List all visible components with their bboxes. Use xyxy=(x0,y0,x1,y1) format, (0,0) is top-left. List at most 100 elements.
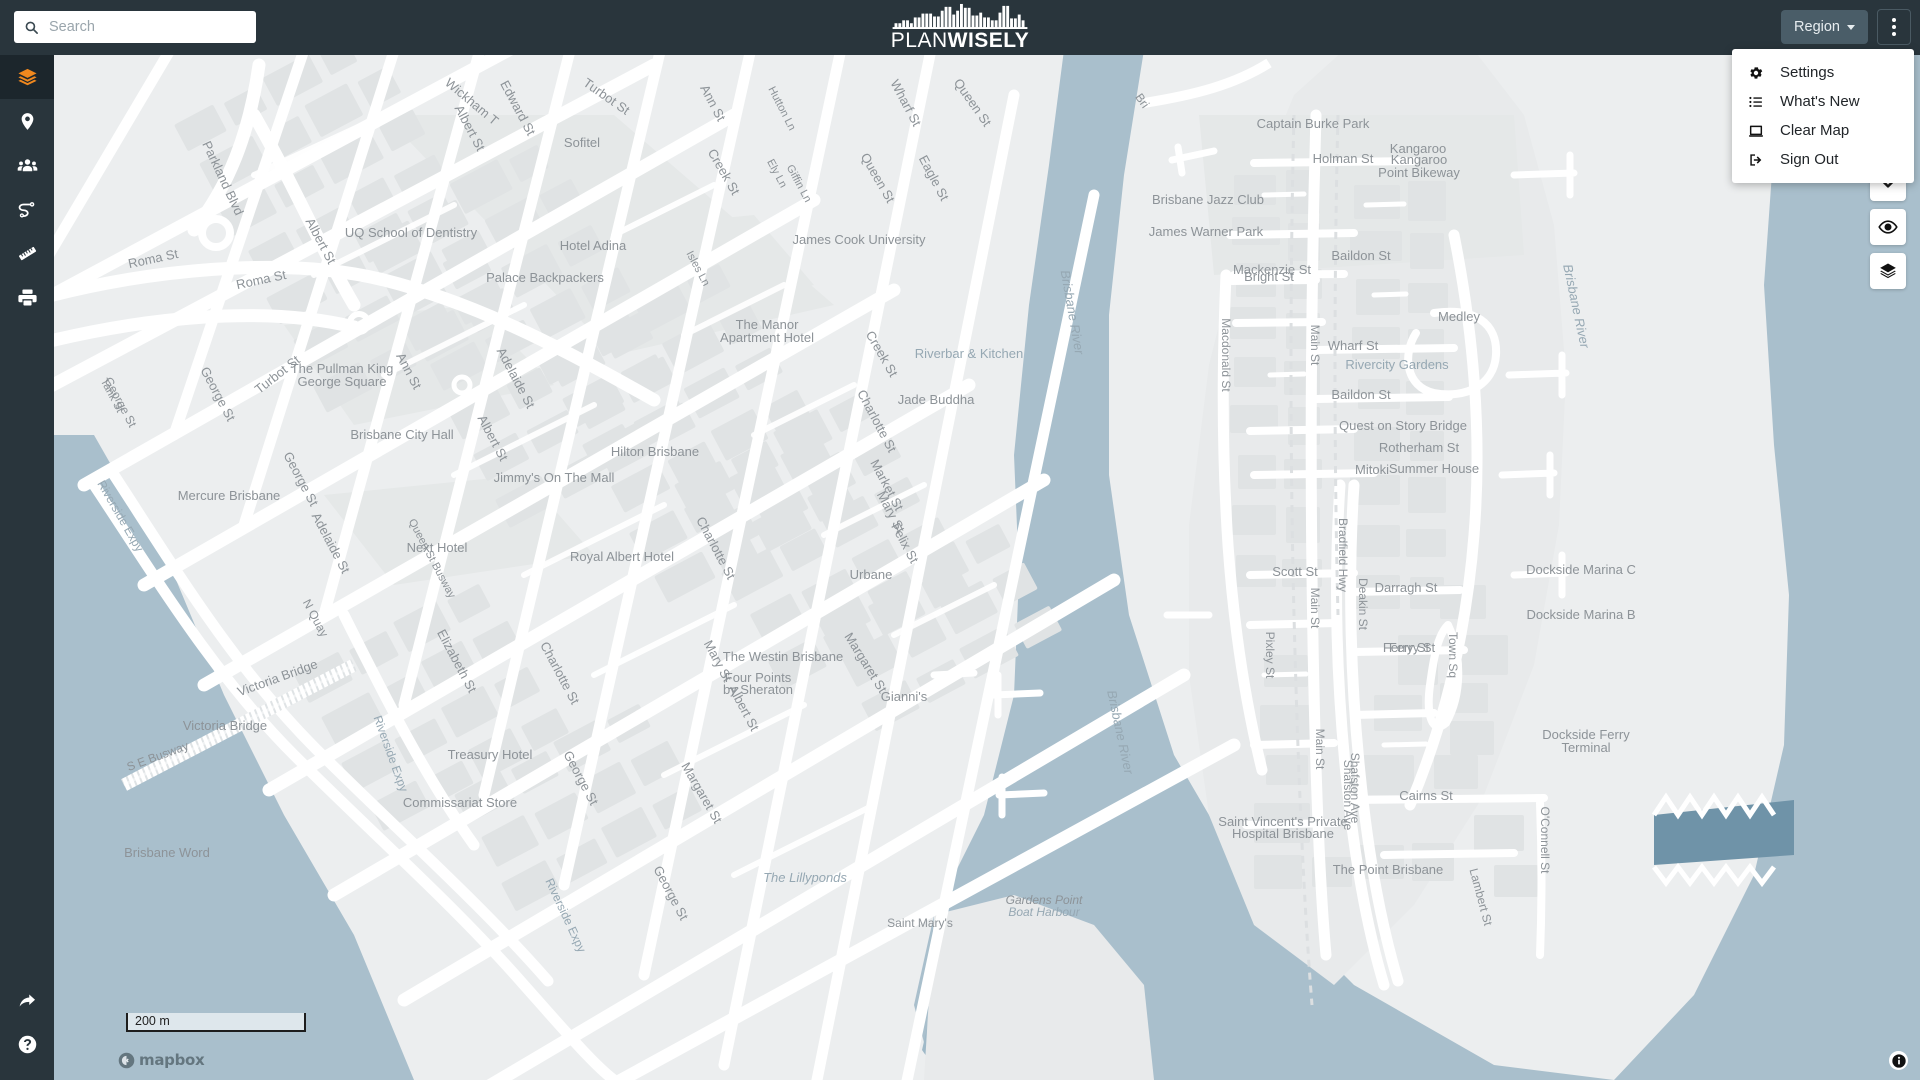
search-box[interactable] xyxy=(14,11,256,43)
map-label: Brisbane Word xyxy=(124,845,210,860)
vertical-dots-icon xyxy=(1892,25,1896,29)
map-label: Town Sq xyxy=(1446,632,1460,678)
map-label: Main St xyxy=(1308,588,1322,629)
region-button[interactable]: Region xyxy=(1781,10,1868,44)
list-icon xyxy=(1746,93,1766,111)
scale-bar: 200 m xyxy=(126,1013,306,1032)
sign-out-icon xyxy=(1746,151,1766,169)
people-icon xyxy=(17,158,37,171)
sidebar-item-share[interactable] xyxy=(0,978,54,1022)
logo-text-wisely: WISELY xyxy=(947,29,1030,52)
map-label: Baildon St xyxy=(1331,387,1391,402)
map-label: Brisbane Jazz Club xyxy=(1152,192,1264,207)
sidebar-top-tools xyxy=(0,55,54,319)
map-label: Baildon St xyxy=(1331,248,1391,263)
map-label: Ferry St xyxy=(1389,640,1436,655)
map-label: Rivercity Gardens xyxy=(1345,357,1449,372)
menu-item-sign-out[interactable]: Sign Out xyxy=(1732,145,1914,174)
app-logo: PLANWISELY xyxy=(886,3,1034,51)
map-controls[interactable] xyxy=(1870,165,1906,289)
menu-item-whats-new[interactable]: What's New xyxy=(1732,87,1914,116)
sidebar-item-layers[interactable] xyxy=(0,55,54,99)
map-label: Dockside Marina B xyxy=(1526,607,1635,622)
map-label: Sofitel xyxy=(564,135,600,150)
overflow-dropdown-menu[interactable]: Settings What's New Clear Map Sign Out xyxy=(1732,49,1914,183)
left-sidebar xyxy=(0,55,54,1080)
map-label: Captain Burke Park xyxy=(1257,116,1370,131)
map-label: Riverbar & Kitchen xyxy=(915,346,1023,361)
monitor-icon xyxy=(1746,122,1766,140)
map-label: Rotherham St xyxy=(1379,440,1460,455)
map-info-icon[interactable] xyxy=(1889,1051,1908,1070)
map-pin-icon xyxy=(21,112,33,130)
map-label: Mercure Brisbane xyxy=(178,488,281,503)
region-button-label: Region xyxy=(1794,19,1840,35)
map-label: Shafston Ave xyxy=(1348,753,1362,824)
map-label: by Sheraton xyxy=(723,682,793,697)
menu-item-clear-map[interactable]: Clear Map xyxy=(1732,116,1914,145)
sidebar-item-measure[interactable] xyxy=(0,231,54,275)
map-label: Jade Buddha xyxy=(898,392,975,407)
sidebar-item-print[interactable] xyxy=(0,275,54,319)
menu-item-label: Settings xyxy=(1780,64,1835,81)
menu-item-label: Clear Map xyxy=(1780,122,1850,139)
sidebar-bottom-tools xyxy=(0,978,54,1066)
map-control-visibility[interactable] xyxy=(1870,209,1906,245)
sidebar-item-population[interactable] xyxy=(0,143,54,187)
map-label: O'Connell St xyxy=(1538,807,1552,875)
route-icon xyxy=(18,201,34,218)
map-label: Quest on Story Bridge xyxy=(1339,418,1467,433)
map-label: Bradfield Hwy xyxy=(1336,518,1350,592)
layers-icon xyxy=(17,68,37,85)
map-label: The Point Brisbane xyxy=(1333,862,1444,877)
map-label: Urbane xyxy=(850,567,893,582)
map-label: Medley xyxy=(1438,309,1480,324)
menu-item-settings[interactable]: Settings xyxy=(1732,58,1914,87)
map-canvas[interactable]: Parkland Blvd Albert St Wickham T Edward St… xyxy=(54,55,1920,1080)
map-label: Deakin St xyxy=(1356,578,1370,631)
menu-item-label: What's New xyxy=(1780,93,1860,110)
share-arrow-icon xyxy=(19,994,35,1006)
sidebar-item-places[interactable] xyxy=(0,99,54,143)
map-label: Brisbane City Hall xyxy=(350,427,453,442)
map-label: Kangaroo xyxy=(1390,141,1446,156)
map-control-basemap[interactable] xyxy=(1870,253,1906,289)
map-label: Pixley St xyxy=(1263,632,1277,679)
map-label: UQ School of Dentistry xyxy=(345,225,478,240)
printer-icon xyxy=(17,288,37,306)
map-label: The Westin Brisbane xyxy=(723,649,843,664)
map-label: James Warner Park xyxy=(1149,224,1264,239)
map-label: Hilton Brisbane xyxy=(611,444,699,459)
search-input[interactable] xyxy=(49,19,239,35)
sidebar-item-routes[interactable] xyxy=(0,187,54,231)
vertical-dots-icon xyxy=(1892,32,1896,36)
overflow-menu-button[interactable] xyxy=(1877,9,1911,45)
map-label: Mitoki xyxy=(1355,462,1389,477)
map-label: George Square xyxy=(298,374,387,389)
map-label: Gianni's xyxy=(881,689,928,704)
search-icon xyxy=(25,21,38,34)
map-label: Hotel Adina xyxy=(560,238,627,253)
map-label: Scott St xyxy=(1272,564,1318,579)
city-skyline-icon xyxy=(892,3,1028,29)
ruler-icon xyxy=(18,246,36,260)
logo-text-plan: PLAN xyxy=(890,29,948,52)
sidebar-item-help[interactable] xyxy=(0,1022,54,1066)
map-label: Hospital Brisbane xyxy=(1232,826,1334,841)
map-label: Palace Backpackers xyxy=(486,270,604,285)
mapbox-attribution[interactable]: mapbox xyxy=(118,1051,205,1069)
map-label: Cairns St xyxy=(1399,788,1453,803)
map-label: Dockside Marina C xyxy=(1526,562,1636,577)
map-label: Terminal xyxy=(1561,740,1610,755)
map-label: Main St xyxy=(1313,729,1327,770)
map-label: Point Bikeway xyxy=(1378,165,1460,180)
map-label: Apartment Hotel xyxy=(720,330,814,345)
menu-item-label: Sign Out xyxy=(1780,151,1839,168)
map-label: Boat Harbour xyxy=(1008,905,1080,919)
map-label: The Lillyponds xyxy=(763,870,847,885)
logo-text: PLANWISELY xyxy=(891,30,1029,51)
map-label: Jimmy's On The Mall xyxy=(494,470,615,485)
map-label: Saint Mary's xyxy=(887,916,953,930)
map-label: Summer House xyxy=(1389,461,1479,476)
map-tiles: Parkland BlvdAlbert StWickham TEdward St… xyxy=(54,55,1920,1080)
